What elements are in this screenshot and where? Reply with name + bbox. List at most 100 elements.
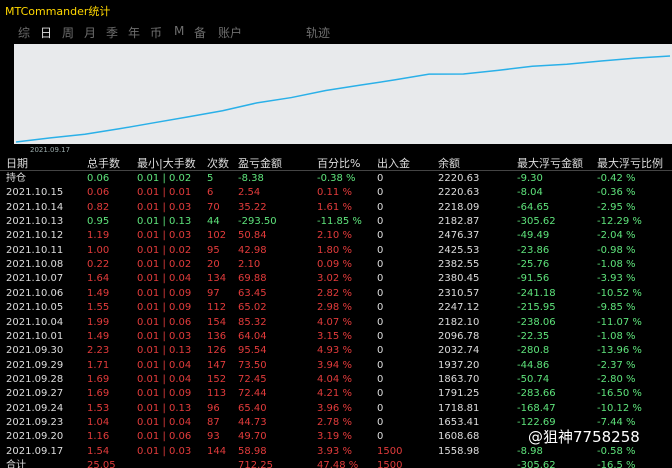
cell-pl: 65.40 [238,402,267,414]
cell-pl: 58.98 [238,445,267,457]
cell-inout: 1500 [377,445,403,457]
tab-10[interactable]: 轨迹 [306,24,330,41]
cell-maxpct: -13.96 % [597,345,642,357]
cell-hands: 1.69 [87,388,110,400]
cell-pl: 2.10 [238,259,261,271]
cell-pct: 1.61 % [317,201,352,213]
table-row[interactable]: 2021.10.05 1.55 0.01 | 0.09 112 65.02 2.98 % 0… [0,301,672,314]
cell-maxpct: -0.42 % [597,173,636,184]
table-row[interactable]: 2021.10.15 0.06 0.01 | 0.01 6 2.54 0.11 % 0 222… [0,186,672,199]
table-row[interactable]: 2021.09.24 1.53 0.01 | 0.13 96 65.40 3.96 % 0 1… [0,402,672,415]
table-row[interactable]: 2021.10.06 1.49 0.01 | 0.09 97 63.45 2.82 % 0 2… [0,287,672,300]
cell-minmax: 0.01 | 0.13 [137,402,192,414]
cell-bal: 2382.55 [438,259,480,271]
cell-inout: 0 [377,216,384,228]
table-row[interactable]: 2021.10.14 0.82 0.01 | 0.03 70 35.22 1.61 % 0 2… [0,201,672,214]
cell-count: 126 [207,345,227,357]
cell-pct: 47.48 % [317,460,359,468]
cell-inout: 0 [377,431,384,443]
tab-7[interactable]: M [174,24,184,38]
table-row[interactable]: 2021.09.27 1.69 0.01 | 0.09 113 72.44 4.21 % 0… [0,387,672,400]
cell-date: 2021.10.04 [6,316,64,328]
period-tabs: 综日周月季年币 M 备账户 轨迹 [0,22,672,42]
cell-pl: 42.98 [238,244,267,256]
table-row[interactable]: 2021.10.13 0.95 0.01 | 0.13 44 -293.50 -11.85… [0,215,672,228]
cell-count: 96 [207,402,220,414]
cell-date: 2021.10.08 [6,259,64,271]
cell-minmax: 0.01 | 0.13 [137,345,192,357]
tab-0[interactable]: 综 [18,24,30,41]
cell-maxpct: -11.07 % [597,316,642,328]
tab-5[interactable]: 年 [128,24,140,41]
cell-inout: 0 [377,416,384,428]
cell-pl: 64.04 [238,330,267,342]
table-row[interactable]: 2021.10.07 1.64 0.01 | 0.04 134 69.88 3.02 % 0… [0,272,672,285]
tab-1[interactable]: 日 [40,24,52,41]
total-row: 合计 25.05 712.25 47.48 % 1500 -305.62 -16.5 % [0,459,672,468]
table-header: 日期 总手数 最小|大手数 次数 盈亏金额 百分比% 出入金 余额 最大浮亏金额 最大浮亏比例 [0,157,672,170]
cell-pct: 4.07 % [317,316,352,328]
tab-8[interactable]: 备 [194,24,206,41]
cell-date: 2021.10.12 [6,230,64,242]
cell-maxpct: -2.37 % [597,359,636,371]
cell-bal: 2182.10 [438,316,480,328]
cell-date: 2021.09.30 [6,345,64,357]
cell-hands: 1.00 [87,244,110,256]
cell-inout: 1500 [377,460,403,468]
table-row[interactable]: 持仓 0.06 0.01 | 0.02 5 -8.38 -0.38 % 0 2220.63 -9… [0,172,672,185]
cell-maxamt: -305.62 [517,216,556,228]
cell-bal: 1558.98 [438,445,480,457]
tab-9[interactable]: 账户 [218,24,242,41]
cell-maxamt: -215.95 [517,302,556,314]
cell-date: 2021.09.23 [6,416,64,428]
cell-count: 95 [207,244,220,256]
cell-hands: 1.55 [87,302,110,314]
tab-6[interactable]: 币 [150,24,162,41]
cell-maxamt: -8.04 [517,187,543,199]
table-row[interactable]: 2021.09.30 2.23 0.01 | 0.13 126 95.54 4.93 % 0… [0,344,672,357]
cell-date: 2021.09.20 [6,431,64,443]
table-row[interactable]: 2021.10.04 1.99 0.01 | 0.06 154 85.32 4.07 % 0… [0,316,672,329]
cell-inout: 0 [377,402,384,414]
cell-pct: 4.21 % [317,388,352,400]
table-row[interactable]: 2021.09.28 1.69 0.01 | 0.04 152 72.45 4.04 % 0… [0,373,672,386]
cell-minmax: 0.01 | 0.01 [137,187,192,199]
cell-pl: -8.38 [238,173,264,184]
table-row[interactable]: 2021.09.29 1.71 0.01 | 0.04 147 73.50 3.94 % 0… [0,359,672,372]
cell-pct: 3.15 % [317,330,352,342]
cell-hands: 1.64 [87,273,110,285]
header-divider [0,170,672,171]
cell-maxamt: -305.62 [517,460,556,468]
table-row[interactable]: 2021.10.12 1.19 0.01 | 0.03 102 50.84 2.10 % 0… [0,229,672,242]
cell-pct: 3.93 % [317,445,352,457]
table-row[interactable]: 2021.10.08 0.22 0.01 | 0.02 20 2.10 0.09 % 0 23… [0,258,672,271]
cell-pl: 65.02 [238,302,267,314]
tab-4[interactable]: 季 [106,24,118,41]
cell-maxpct: 最大浮亏比例 [597,157,663,170]
cell-date: 2021.10.05 [6,302,64,314]
cell-maxamt: -23.86 [517,244,550,256]
cell-pct: 3.96 % [317,402,352,414]
cell-maxamt: -22.35 [517,330,550,342]
cell-date: 2021.10.07 [6,273,64,285]
cell-inout: 0 [377,259,384,271]
cell-hands: 1.69 [87,373,110,385]
cell-pl: 712.25 [238,460,273,468]
table-row[interactable]: 2021.10.01 1.49 0.01 | 0.03 136 64.04 3.15 % 0… [0,330,672,343]
cell-bal: 1608.68 [438,431,480,443]
table-row[interactable]: 2021.10.11 1.00 0.01 | 0.02 95 42.98 1.80 % 0 2… [0,244,672,257]
tab-3[interactable]: 月 [84,24,96,41]
cell-minmax: 最小|大手数 [137,157,196,170]
cell-maxpct: -2.95 % [597,201,636,213]
cell-count: 136 [207,330,227,342]
cell-count: 147 [207,359,227,371]
cell-hands: 1.53 [87,402,110,414]
cell-pct: 0.09 % [317,259,352,271]
cell-pct: 2.82 % [317,287,352,299]
cell-date: 持仓 [6,173,26,184]
cell-maxpct: -9.85 % [597,302,636,314]
cell-inout: 0 [377,230,384,242]
cell-minmax: 0.01 | 0.04 [137,373,192,385]
chart-plot-area [14,44,672,144]
tab-2[interactable]: 周 [62,24,74,41]
